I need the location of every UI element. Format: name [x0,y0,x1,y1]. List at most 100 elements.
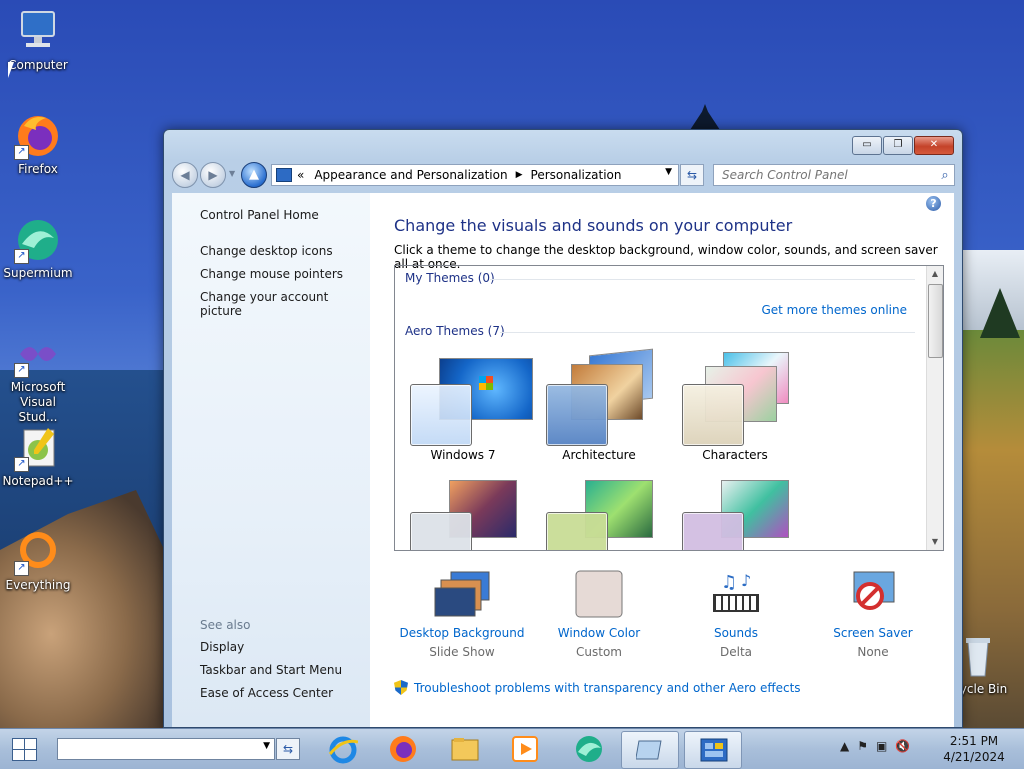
everything-icon: ↗ [14,528,62,576]
screen-saver-icon [844,570,902,618]
network-icon[interactable]: ▣ [876,739,887,753]
desktop-icon-visual-studio[interactable]: ↗ Microsoft Visual Stud... [0,330,76,425]
taskbar-start-menu-link[interactable]: Taskbar and Start Menu [200,663,342,677]
desktop-background-setting[interactable]: Desktop Background Slide Show [394,570,530,662]
theme-settings-bar: Desktop Background Slide Show Window Col… [394,570,942,670]
change-account-picture-link[interactable]: Change your account picture [200,290,370,318]
setting-name[interactable]: Screen Saver [805,624,941,642]
theme-color-swatch [546,512,608,550]
refresh-button[interactable]: ⇆ [680,164,704,186]
show-hidden-icons-icon[interactable]: ▲ [840,739,849,753]
taskbar-address-box[interactable]: ▼ [57,738,275,760]
start-button[interactable] [12,738,37,761]
display-link[interactable]: Display [200,640,244,654]
sounds-setting[interactable]: ♫ ♪ Sounds Delta [668,570,804,662]
search-box[interactable]: ⌕ [713,164,955,186]
taskbar-internet-explorer[interactable] [314,731,370,767]
taskbar-explorer[interactable] [436,731,492,767]
desktop-icon-notepadpp[interactable]: ↗ Notepad++ [0,424,76,489]
firefox-icon: ↗ [14,112,62,160]
desktop-icon-everything[interactable]: ↗ Everything [0,528,76,593]
theme-label: Windows 7 [430,448,496,462]
control-panel-icon [700,738,728,762]
aero-themes-header: Aero Themes (7) [405,324,505,338]
address-overflow[interactable]: « [297,168,304,182]
theme-color-swatch [410,512,472,550]
minimize-button[interactable]: ▭ [852,136,882,155]
control-panel-icon [276,168,292,182]
troubleshoot-label[interactable]: Troubleshoot problems with transparency … [414,681,801,695]
address-bar[interactable]: « Appearance and Personalization ▶ Perso… [271,164,679,186]
group-divider [500,332,915,333]
control-panel-home-link[interactable]: Control Panel Home [200,208,319,222]
change-desktop-icons-link[interactable]: Change desktop icons [200,244,333,258]
setting-name[interactable]: Window Color [531,624,667,642]
windows-logo-icon [479,376,493,390]
ease-of-access-link[interactable]: Ease of Access Center [200,686,333,700]
theme-row2-item-1[interactable] [395,476,531,550]
theme-color-swatch [546,384,608,446]
address-dropdown-icon[interactable]: ▼ [665,167,672,177]
theme-list-scrollbar[interactable]: ▲ ▼ [926,266,943,550]
desktop-icon-label: Notepad++ [2,474,74,488]
search-icon[interactable]: ⌕ [936,168,954,183]
get-more-themes-link[interactable]: Get more themes online [761,303,907,317]
scroll-down-icon[interactable]: ▼ [927,534,943,550]
breadcrumb-personalization[interactable]: Personalization [531,168,622,182]
taskbar-media-player[interactable] [496,731,552,767]
setting-name[interactable]: Sounds [668,624,804,642]
volume-muted-icon[interactable]: 🔇 [895,739,910,753]
clock-date: 4/21/2024 [943,750,1005,764]
main-pane: ? Change the visuals and sounds on your … [394,193,949,727]
taskbar-clock[interactable]: 2:51 PM 4/21/2024 [940,733,1008,765]
forward-button[interactable]: ▶ [200,162,226,188]
maximize-button[interactable]: ❐ [883,136,913,155]
window-content: Control Panel Home Change desktop icons … [172,193,954,727]
breadcrumb-appearance[interactable]: Appearance and Personalization [314,168,507,182]
chevron-down-icon[interactable]: ▼ [263,741,270,751]
window-color-setting[interactable]: Window Color Custom [531,570,667,662]
troubleshoot-link[interactable]: Troubleshoot problems with transparency … [394,680,801,695]
theme-label: Characters [702,448,768,462]
screen-saver-setting[interactable]: Screen Saver None [805,570,941,662]
scrollbar-thumb[interactable] [928,284,943,358]
recent-pages-chevron-icon[interactable]: ▼ [229,169,235,178]
search-input[interactable] [720,167,936,183]
up-button[interactable]: ▲ [241,162,267,188]
taskbar-go-button[interactable]: ⇆ [276,738,300,760]
scroll-up-icon[interactable]: ▲ [927,266,943,282]
close-button[interactable]: ✕ [914,136,954,155]
svg-text:♫: ♫ [721,572,737,593]
media-player-icon [512,736,538,762]
back-button[interactable]: ◀ [172,162,198,188]
visual-studio-icon: ↗ [14,330,62,378]
window-switch-icon [636,740,662,760]
taskbar-aero-app[interactable] [621,731,679,769]
taskbar-control-panel[interactable] [684,731,742,769]
desktop-icon-supermium[interactable]: ↗ Supermium [0,216,76,281]
theme-characters[interactable]: Characters [667,352,803,462]
desktop-background-icon [433,570,491,618]
help-icon[interactable]: ? [926,196,941,211]
desktop-icon-firefox[interactable]: ↗ Firefox [0,112,76,177]
shield-icon [394,680,408,695]
theme-list[interactable]: My Themes (0) Get more themes online Aer… [394,265,944,551]
theme-row2-item-3[interactable] [667,476,803,550]
desktop-icon-label: Microsoft Visual Stud... [10,380,66,424]
supermium-icon [576,736,602,762]
internet-explorer-icon [328,736,358,764]
setting-name[interactable]: Desktop Background [394,624,530,642]
taskbar-supermium[interactable] [560,731,616,767]
taskbar-firefox[interactable] [374,731,430,767]
breadcrumb-separator-icon[interactable]: ▶ [516,170,523,180]
action-center-flag-icon[interactable]: ⚑ [857,739,868,753]
page-title: Change the visuals and sounds on your co… [394,216,793,235]
theme-color-swatch [682,384,744,446]
change-mouse-pointers-link[interactable]: Change mouse pointers [200,267,343,281]
sounds-icon: ♫ ♪ [707,570,765,618]
theme-windows-7[interactable]: Windows 7 [395,352,533,462]
window-controls: ▭ ❐ ✕ [852,136,954,155]
theme-row2-item-2[interactable] [531,476,667,550]
theme-architecture[interactable]: Architecture [531,348,667,462]
theme-label: Architecture [562,448,636,462]
